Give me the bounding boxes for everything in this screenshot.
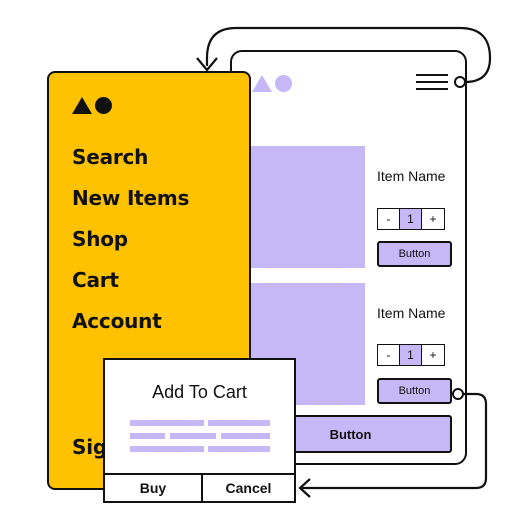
text-placeholder [170, 433, 216, 439]
text-placeholder [130, 433, 165, 439]
add-to-cart-dialog: Add To Cart Buy Cancel [103, 358, 296, 503]
arrow-icon [196, 26, 492, 88]
cancel-button[interactable]: Cancel [203, 475, 294, 501]
buy-button[interactable]: Buy [105, 475, 201, 501]
dialog-title: Add To Cart [152, 382, 247, 402]
text-placeholder [208, 446, 270, 452]
text-placeholder [130, 420, 204, 426]
text-placeholder [208, 420, 270, 426]
arrow-icon [298, 388, 488, 498]
text-placeholder [221, 433, 270, 439]
text-placeholder [130, 446, 204, 452]
